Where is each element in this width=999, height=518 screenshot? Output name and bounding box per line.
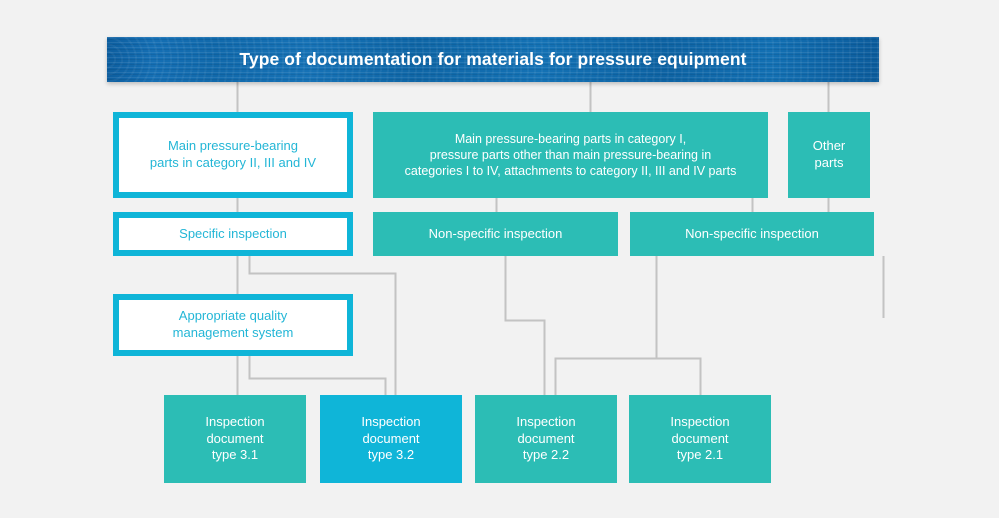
node-specific-inspection[interactable]: Specific inspection — [113, 212, 353, 256]
node-inspection-document-type-2-2[interactable]: Inspection document type 2.2 — [475, 395, 617, 483]
node-label: Specific inspection — [179, 225, 287, 241]
node-label: Non-specific inspection — [685, 225, 819, 241]
node-inspection-document-type-2-1[interactable]: Inspection document type 2.1 — [629, 395, 771, 483]
node-inspection-document-type-3-2[interactable]: Inspection document type 3.2 — [320, 395, 462, 483]
node-label: Inspection document type 2.1 — [670, 414, 730, 463]
page-title: Type of documentation for materials for … — [239, 49, 747, 70]
node-label: Main pressure-bearing parts in category … — [404, 132, 737, 178]
node-non-specific-inspection-1[interactable]: Non-specific inspection — [373, 212, 618, 256]
node-label: Inspection document type 3.2 — [361, 414, 421, 463]
node-inspection-document-type-3-1[interactable]: Inspection document type 3.1 — [164, 395, 306, 483]
node-other-parts[interactable]: Other parts — [788, 112, 870, 198]
diagram-title-banner: Type of documentation for materials for … — [107, 37, 879, 82]
connector-rail-to-doc21 — [555, 357, 702, 395]
node-appropriate-quality-management-system[interactable]: Appropriate quality management system — [113, 294, 353, 356]
node-label: Inspection document type 2.2 — [516, 414, 576, 463]
node-label: Inspection document type 3.1 — [205, 414, 265, 463]
node-label: Other parts — [812, 138, 846, 170]
connector-nonspecific1-to-doc22 — [554, 256, 658, 395]
connector-nonspecific1-branch — [504, 256, 546, 395]
node-main-pressure-bearing-parts-cat-2-3-4[interactable]: Main pressure-bearing parts in category … — [113, 112, 353, 198]
node-non-specific-inspection-2[interactable]: Non-specific inspection — [630, 212, 874, 256]
node-label: Appropriate quality management system — [172, 308, 294, 340]
node-main-pressure-bearing-parts-cat-1[interactable]: Main pressure-bearing parts in category … — [373, 112, 768, 198]
node-label: Non-specific inspection — [428, 225, 563, 241]
connector-quality-to-doc32 — [248, 356, 387, 395]
flowchart-canvas: Type of documentation for materials for … — [0, 0, 999, 518]
node-label: Main pressure-bearing parts in category … — [149, 138, 317, 170]
